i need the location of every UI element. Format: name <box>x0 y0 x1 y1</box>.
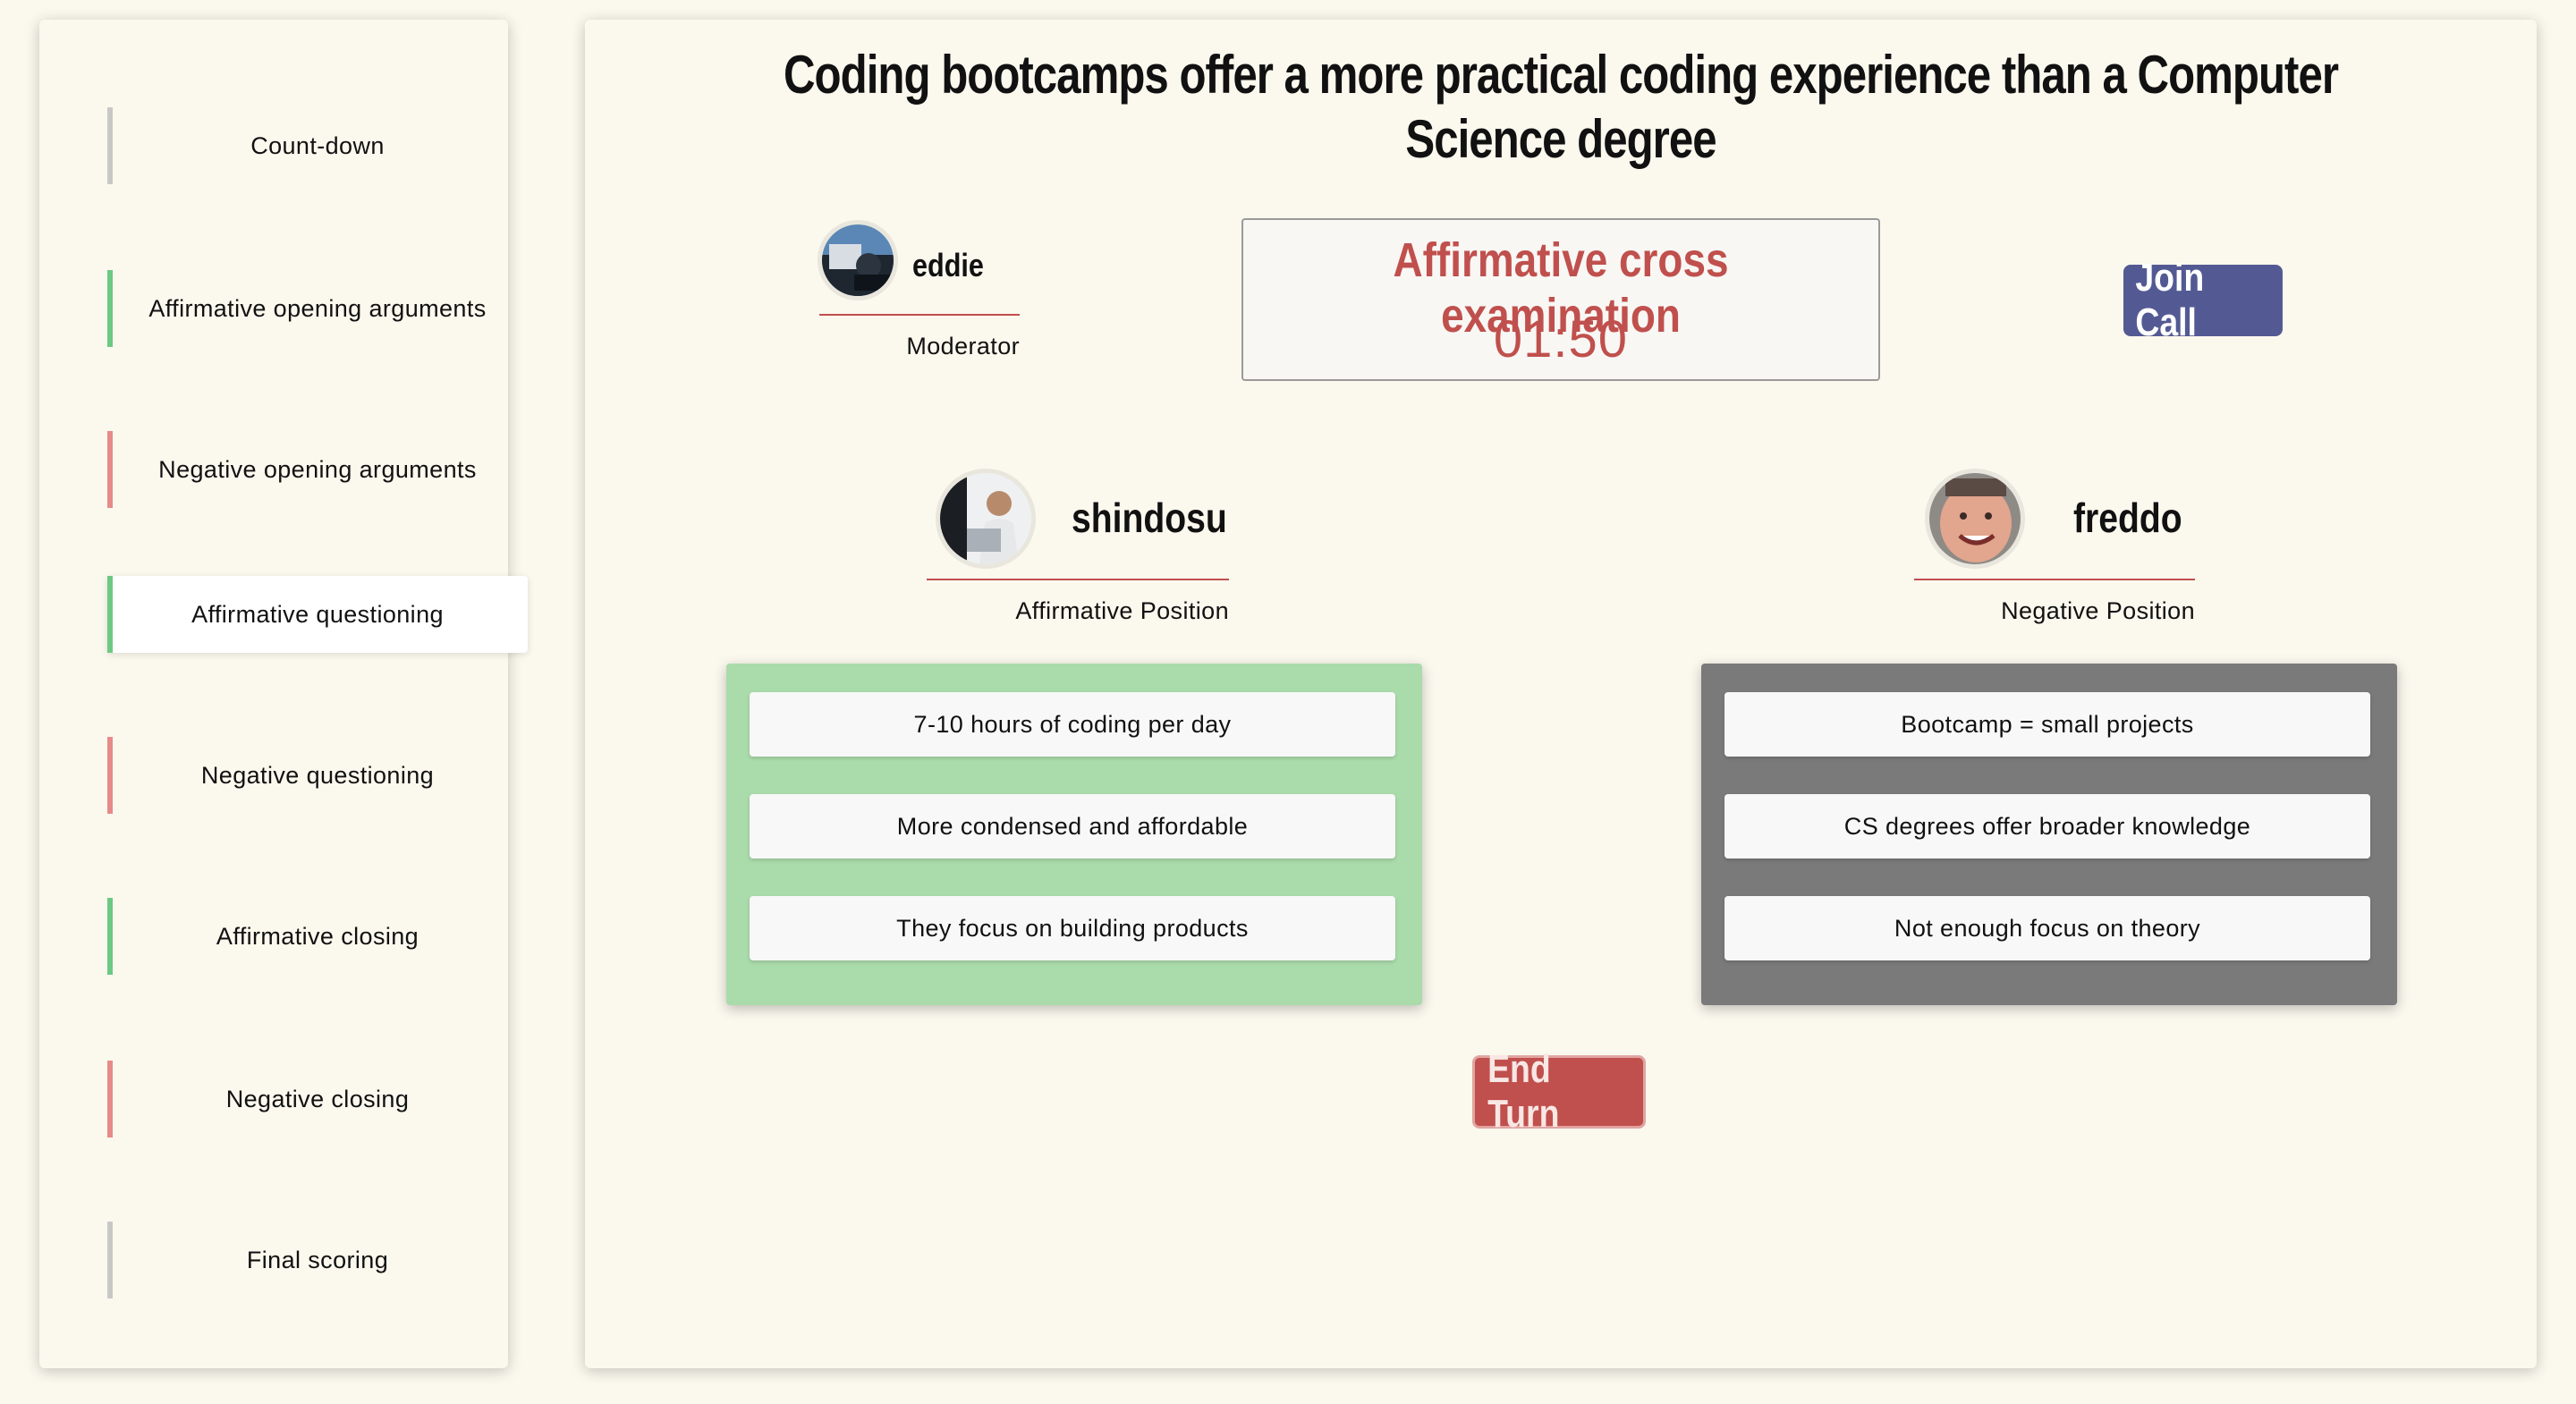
moderator-avatar <box>818 220 898 300</box>
end-turn-button[interactable]: End Turn <box>1472 1047 1646 1136</box>
avatar-image <box>822 224 894 296</box>
stage-indicator-bar <box>107 1222 113 1298</box>
stage-indicator-bar <box>107 898 113 975</box>
debate-title: Coding bootcamps offer a more practical … <box>784 45 2339 169</box>
stage-item-negative-questioning[interactable]: Negative questioning <box>107 737 528 814</box>
negative-avatar <box>1925 469 2025 569</box>
affirmative-role: Affirmative Position <box>1015 597 1229 624</box>
affirmative-debater-name: shindosu <box>1072 495 1227 541</box>
affirmative-arguments-panel: 7-10 hours of coding per day More conden… <box>726 664 1422 1005</box>
stage-label: Negative opening arguments <box>158 455 477 483</box>
stage-label: Affirmative opening arguments <box>148 294 487 322</box>
timer-box: Affirmative cross examination 01:50 <box>1241 218 1880 381</box>
negative-arguments-panel: Bootcamp = small projects CS degrees off… <box>1701 664 2397 1005</box>
stage-item-affirmative-closing[interactable]: Affirmative closing <box>107 898 528 975</box>
argument-card[interactable]: 7-10 hours of coding per day <box>750 692 1395 757</box>
stage-label: Final scoring <box>246 1246 389 1273</box>
argument-card[interactable]: More condensed and affordable <box>750 794 1395 858</box>
stage-item-negative-opening[interactable]: Negative opening arguments <box>107 431 528 508</box>
stage-item-affirmative-opening[interactable]: Affirmative opening arguments <box>107 270 528 347</box>
join-call-label: Join Call <box>2135 256 2205 344</box>
stage-indicator-bar <box>107 107 113 184</box>
affirmative-avatar <box>936 469 1036 569</box>
affirmative-divider <box>927 579 1229 580</box>
stage-indicator-bar <box>107 270 113 347</box>
argument-card[interactable]: CS degrees offer broader knowledge <box>1724 794 2370 858</box>
debate-stages-sidebar: Count-down Affirmative opening arguments… <box>39 20 528 1368</box>
avatar-image <box>940 473 1031 564</box>
join-call-button[interactable]: Join Call <box>2123 256 2283 344</box>
stage-item-countdown[interactable]: Count-down <box>107 107 528 184</box>
stage-item-affirmative-questioning[interactable]: Affirmative questioning <box>107 576 528 653</box>
stage-indicator-bar <box>107 737 113 814</box>
moderator-divider <box>819 314 1020 316</box>
stage-indicator-bar <box>107 1061 113 1138</box>
negative-divider <box>1914 579 2195 580</box>
argument-card[interactable]: They focus on building products <box>750 896 1395 960</box>
stage-label: Affirmative closing <box>216 922 419 950</box>
stage-label: Negative questioning <box>200 761 435 789</box>
stage-indicator-bar <box>107 431 113 508</box>
negative-debater-name: freddo <box>2073 495 2182 541</box>
stage-label: Negative closing <box>225 1085 410 1112</box>
stage-indicator-bar <box>107 576 113 653</box>
argument-card[interactable]: Bootcamp = small projects <box>1724 692 2370 757</box>
moderator-name: eddie <box>912 247 984 283</box>
stage-item-final-scoring[interactable]: Final scoring <box>107 1222 528 1298</box>
stage-item-negative-closing[interactable]: Negative closing <box>107 1061 528 1138</box>
stage-label: Count-down <box>250 131 385 159</box>
moderator-role: Moderator <box>906 333 1020 359</box>
avatar-image <box>1929 473 2021 564</box>
debate-main-panel: Coding bootcamps offer a more practical … <box>585 20 2537 1368</box>
stage-label: Affirmative questioning <box>191 600 444 628</box>
negative-role: Negative Position <box>2001 597 2195 624</box>
end-turn-label: End Turn <box>1487 1047 1560 1136</box>
argument-card[interactable]: Not enough focus on theory <box>1724 896 2370 960</box>
countdown-timer: 01:50 <box>1493 310 1629 368</box>
